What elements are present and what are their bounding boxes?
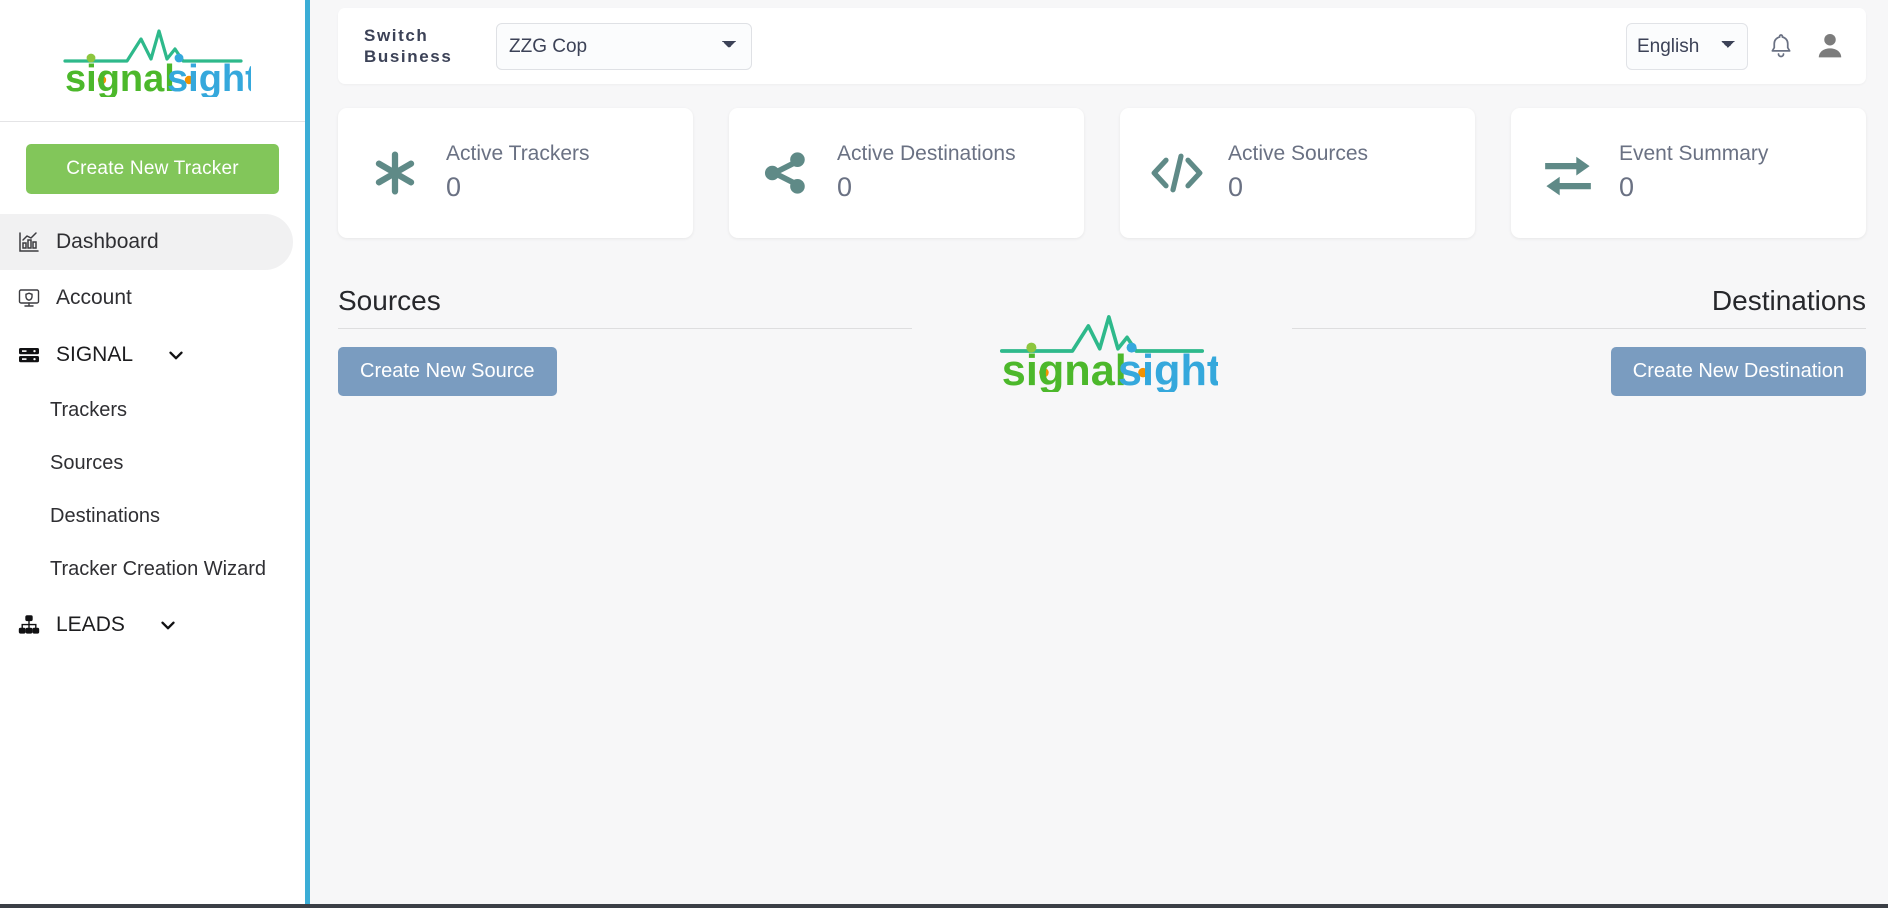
business-select[interactable]: ZZG Cop — [496, 22, 752, 70]
sources-section: Sources Create New Source — [338, 284, 1102, 396]
sidebar-group-signal[interactable]: SIGNAL — [0, 326, 305, 384]
destinations-heading: Destinations — [1292, 284, 1866, 329]
chevron-down-icon[interactable] — [165, 344, 187, 366]
signalsight-logo-icon: signal sight — [62, 28, 251, 97]
sources-heading: Sources — [338, 284, 912, 329]
user-avatar-icon[interactable] — [1814, 30, 1846, 62]
sitemap-icon — [16, 612, 42, 638]
bell-icon[interactable] — [1766, 31, 1796, 61]
create-new-destination-button[interactable]: Create New Destination — [1610, 346, 1866, 396]
stat-card-value: 0 — [1228, 171, 1244, 202]
sidebar-group-leads[interactable]: LEADS — [0, 596, 305, 654]
sidebar-item-label: Dashboard — [56, 230, 159, 253]
sidebar-item-label: Account — [56, 286, 132, 309]
server-stack-icon — [16, 342, 42, 368]
stat-card-event-summary[interactable]: Event Summary 0 — [1511, 108, 1866, 238]
svg-text:sight: sight — [167, 58, 251, 97]
create-new-source-button[interactable]: Create New Source — [338, 346, 557, 396]
stat-card-title: Active Sources — [1228, 142, 1369, 166]
bar-chart-icon — [16, 229, 42, 255]
stat-cards: Active Trackers 0 Active Destinations 0 — [338, 108, 1866, 238]
stat-card-active-destinations[interactable]: Active Destinations 0 — [729, 108, 1084, 238]
stat-card-title: Event Summary — [1619, 142, 1769, 166]
stat-card-title: Active Destinations — [837, 142, 1016, 166]
sidebar-item-account[interactable]: Account — [0, 270, 293, 326]
main-content: Switch Business ZZG Cop English Active T… — [0, 0, 1888, 908]
sidebar-group-label: SIGNAL — [56, 343, 134, 366]
stat-card-value: 0 — [446, 171, 462, 202]
exchange-arrows-icon — [1537, 148, 1599, 198]
create-new-tracker-button[interactable]: Create New Tracker — [26, 144, 279, 194]
destinations-section: Destinations Create New Destination — [1102, 284, 1866, 396]
language-select[interactable]: English — [1626, 22, 1748, 70]
switch-business-label: Switch Business — [364, 25, 453, 66]
sidebar-subitem-tracker-creation-wizard[interactable]: Tracker Creation Wizard — [0, 543, 305, 596]
svg-text:signal: signal — [65, 58, 175, 97]
stat-card-active-sources[interactable]: Active Sources 0 — [1120, 108, 1475, 238]
chevron-down-icon[interactable] — [157, 614, 179, 636]
sidebar-nav: Dashboard Account SIGNAL Trackers Source… — [0, 210, 305, 654]
sidebar-group-label: LEADS — [56, 613, 125, 636]
sidebar-subitem-destinations[interactable]: Destinations — [0, 490, 305, 543]
share-network-icon — [755, 148, 817, 198]
topbar-actions: English — [1626, 22, 1846, 70]
sidebar: signal sight Create New Tracker Dashboar… — [0, 0, 310, 908]
sidebar-subitem-sources[interactable]: Sources — [0, 437, 305, 490]
create-tracker-container: Create New Tracker — [0, 122, 305, 210]
sidebar-item-dashboard[interactable]: Dashboard — [0, 214, 293, 270]
asterisk-icon — [364, 147, 426, 199]
sidebar-subitem-trackers[interactable]: Trackers — [0, 384, 305, 437]
stat-card-value: 0 — [837, 171, 853, 202]
code-brackets-icon — [1146, 147, 1208, 199]
stat-card-title: Active Trackers — [446, 142, 590, 166]
stat-card-value: 0 — [1619, 171, 1635, 202]
sidebar-logo[interactable]: signal sight — [0, 0, 305, 122]
monitor-shield-icon — [16, 285, 42, 311]
bottom-edge — [0, 904, 1888, 908]
sources-destinations-sections: Sources Create New Source signal sight D… — [338, 284, 1866, 908]
topbar: Switch Business ZZG Cop English — [338, 8, 1866, 84]
stat-card-active-trackers[interactable]: Active Trackers 0 — [338, 108, 693, 238]
